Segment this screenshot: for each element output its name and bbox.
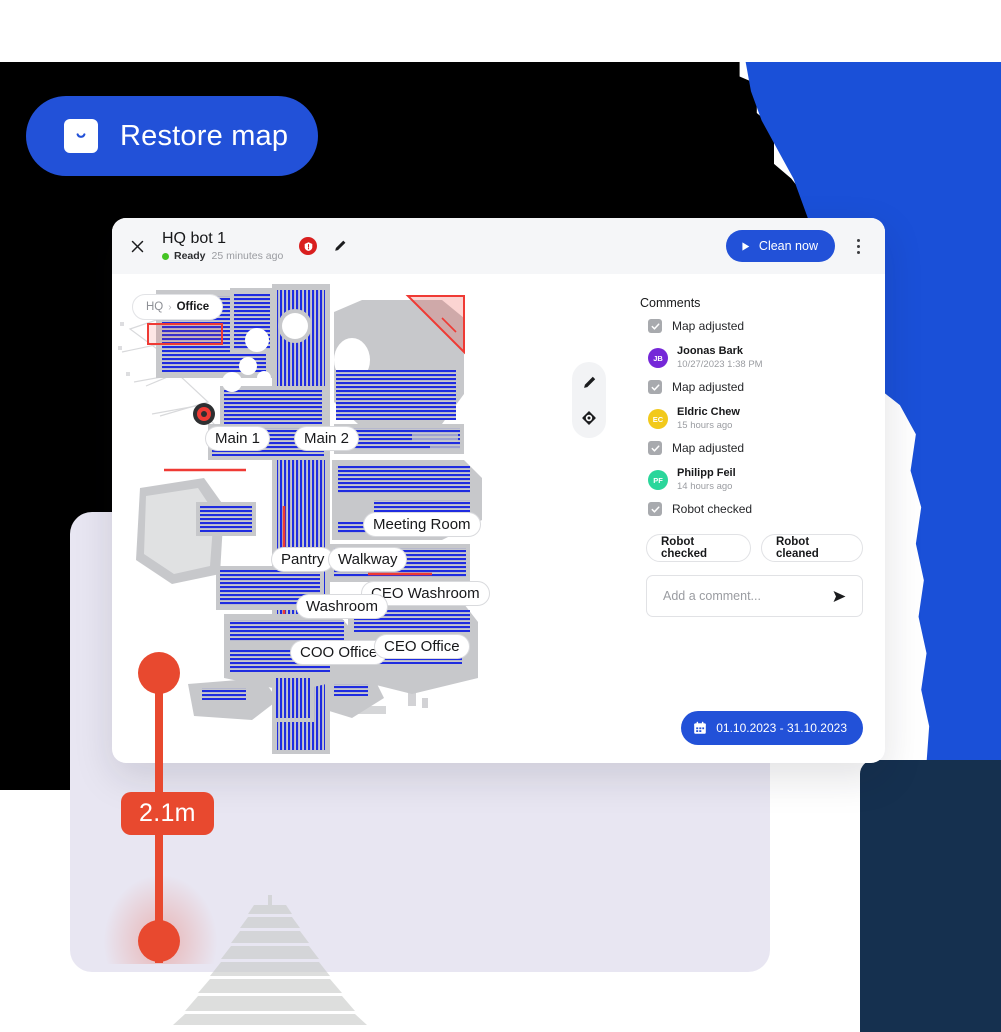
locate-robot-tool[interactable] — [576, 405, 602, 431]
restore-map-label: Restore map — [120, 119, 289, 152]
page-title: HQ bot 1 — [162, 229, 227, 247]
comment-input[interactable] — [661, 588, 830, 605]
comment-meta: Joonas Bark 10/27/2023 1:38 PM — [677, 345, 763, 371]
alert-badge-icon[interactable] — [299, 237, 318, 255]
date-range-button[interactable]: 01.10.2023 - 31.10.2023 — [681, 711, 863, 745]
edit-name-pencil-icon[interactable] — [333, 239, 347, 253]
avatar: PF — [648, 470, 668, 491]
room-label-washroom[interactable]: Washroom — [296, 594, 388, 619]
comments-pane: Comments Map adjusted JB Joonas Bark 10/… — [632, 274, 885, 763]
screenshot-root: Restore map HQ bot 1 Ready 25 minutes ag… — [0, 0, 1001, 1032]
background-dark-panel — [860, 760, 1001, 1032]
checkbox-checked-icon[interactable] — [648, 441, 662, 456]
map-tools-group — [572, 362, 606, 438]
comment-meta: Philipp Feil 14 hours ago — [677, 467, 736, 493]
header-actions: Clean now — [725, 230, 869, 262]
robot-detail-card: HQ bot 1 Ready 25 minutes ago Clean now … — [112, 218, 885, 763]
edit-map-tool[interactable] — [576, 369, 602, 395]
card-body: HQ › Office Main 1 Main 2 Meeting Room P… — [112, 274, 885, 763]
comment-check-label: Robot checked — [672, 502, 753, 517]
comment-timestamp: 14 hours ago — [677, 480, 733, 492]
checkbox-checked-icon[interactable] — [648, 502, 662, 517]
room-label-walkway[interactable]: Walkway — [328, 547, 408, 572]
comment-check-row: Robot checked — [648, 502, 863, 517]
comment-check-label: Map adjusted — [672, 319, 745, 333]
comment-author-row: JB Joonas Bark 10/27/2023 1:38 PM — [648, 345, 863, 371]
breadcrumb-current: Office — [176, 301, 210, 313]
map-pane[interactable]: HQ › Office Main 1 Main 2 Meeting Room P… — [112, 274, 632, 763]
room-label-main-2[interactable]: Main 2 — [294, 426, 360, 451]
comment-check-row: Map adjusted — [648, 441, 863, 456]
room-label-ceo-office[interactable]: CEO Office — [374, 634, 470, 659]
card-header: HQ bot 1 Ready 25 minutes ago Clean now — [112, 218, 885, 274]
room-label-coo-office[interactable]: COO Office — [290, 640, 388, 665]
chip-robot-cleaned[interactable]: Robot cleaned — [760, 534, 863, 563]
chip-robot-checked[interactable]: Robot checked — [646, 534, 751, 563]
header-titles: HQ bot 1 Ready 25 minutes ago — [162, 230, 283, 262]
room-label-pantry[interactable]: Pantry — [271, 547, 335, 572]
play-icon — [740, 241, 751, 252]
comment-author-row: EC Eldric Chew 15 hours ago — [648, 406, 863, 432]
breadcrumb-separator-icon: › — [168, 301, 172, 313]
comment-author-name: Philipp Feil — [677, 467, 736, 480]
send-icon[interactable] — [830, 587, 848, 605]
close-icon[interactable] — [124, 233, 150, 259]
comment-author-name: Eldric Chew — [677, 406, 740, 419]
checkbox-checked-icon[interactable] — [648, 380, 662, 395]
restore-map-button[interactable]: Restore map — [26, 96, 318, 176]
clean-now-button[interactable]: Clean now — [725, 230, 835, 262]
kebab-menu-icon[interactable] — [847, 232, 869, 260]
comment-check-row: Map adjusted — [648, 380, 863, 395]
date-range-label: 01.10.2023 - 31.10.2023 — [716, 721, 847, 735]
comment-check-label: Map adjusted — [672, 380, 745, 395]
room-label-meeting-room[interactable]: Meeting Room — [363, 512, 481, 537]
measurement-end-handle[interactable] — [138, 920, 180, 962]
comment-check-row: Map adjusted — [648, 319, 863, 333]
comment-check-label: Map adjusted — [672, 441, 745, 456]
measurement-value-badge: 2.1m — [121, 792, 214, 835]
comment-author-name: Joonas Bark — [677, 345, 744, 357]
breadcrumb-root: HQ — [146, 301, 164, 313]
quick-reply-chips: Robot checked Robot cleaned — [646, 534, 863, 563]
status-timestamp: 25 minutes ago — [211, 250, 284, 263]
measurement-start-handle[interactable] — [138, 652, 180, 694]
comment-timestamp: 15 hours ago — [677, 419, 733, 431]
avatar: JB — [648, 348, 668, 369]
room-label-main-1[interactable]: Main 1 — [205, 426, 271, 451]
avatar: EC — [648, 409, 668, 430]
restore-map-icon — [64, 119, 98, 153]
breadcrumb[interactable]: HQ › Office — [132, 294, 224, 320]
calendar-icon — [693, 721, 707, 735]
comment-timestamp: 10/27/2023 1:38 PM — [677, 358, 763, 370]
status-badge: Ready — [174, 250, 206, 263]
status-dot-icon — [162, 252, 169, 260]
add-comment-field[interactable] — [646, 575, 863, 618]
comment-meta: Eldric Chew 15 hours ago — [677, 406, 740, 432]
comment-author-row: PF Philipp Feil 14 hours ago — [648, 467, 863, 493]
clean-now-label: Clean now — [758, 239, 818, 253]
checkbox-checked-icon[interactable] — [648, 319, 662, 333]
comments-heading: Comments — [640, 296, 701, 310]
status-row: Ready 25 minutes ago — [162, 250, 283, 262]
